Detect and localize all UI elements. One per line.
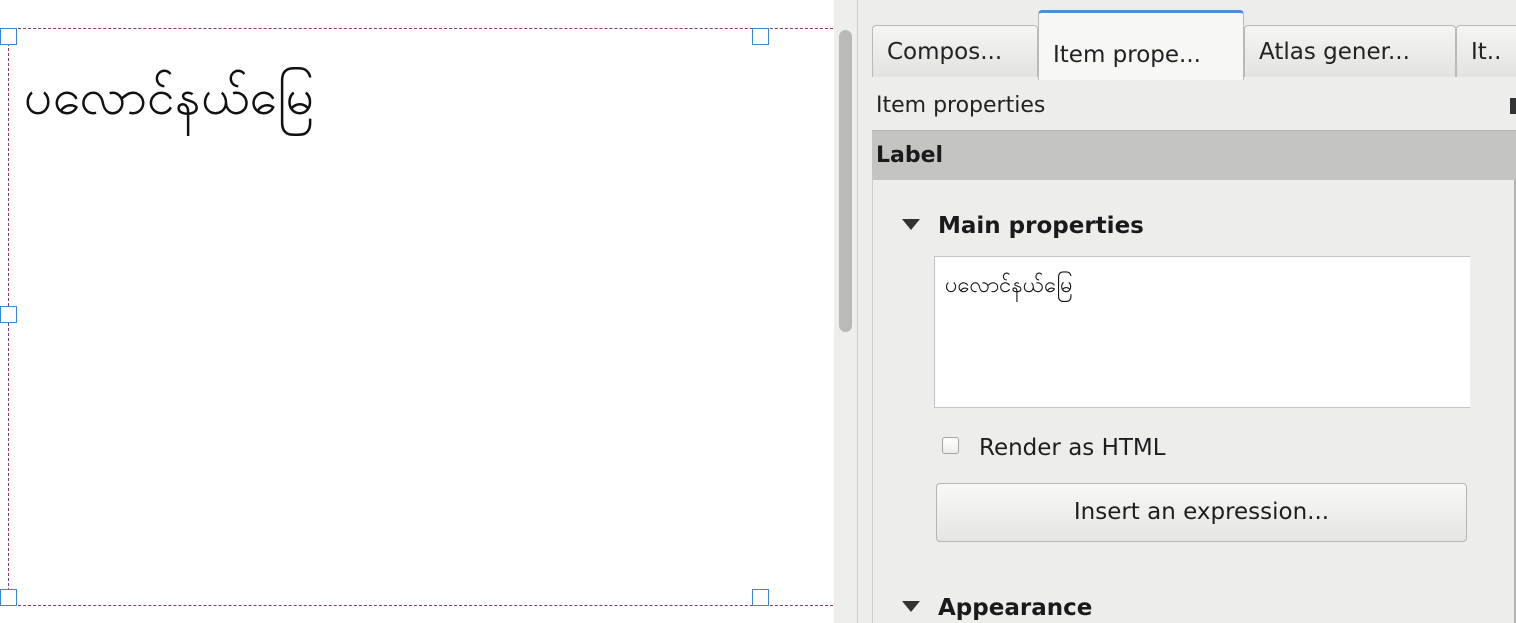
insert-expression-button[interactable]: Insert an expression... <box>936 483 1467 542</box>
tab-atlas-generation[interactable]: Atlas gener... <box>1244 25 1456 77</box>
resize-handle-middle-left[interactable] <box>0 306 17 323</box>
tab-items[interactable]: It.. <box>1456 25 1516 77</box>
canvas-vertical-scrollbar[interactable] <box>834 0 858 623</box>
tab-composition[interactable]: Compos... <box>872 25 1038 77</box>
resize-handle-bottom-right[interactable] <box>752 589 769 606</box>
label-item-text: ပလောင်နယ်မြေ <box>24 68 315 126</box>
render-as-html-checkbox[interactable] <box>942 437 959 454</box>
resize-handle-top-right[interactable] <box>752 28 769 45</box>
panel-title: Item properties <box>876 93 1046 118</box>
tab-item-properties[interactable]: Item prope... <box>1038 10 1244 80</box>
label-text-editor[interactable]: ပလောင်နယ်မြေ <box>934 256 1470 408</box>
render-as-html-option[interactable]: Render as HTML <box>942 428 1166 468</box>
render-as-html-label: Render as HTML <box>979 435 1166 461</box>
panel-float-icon[interactable] <box>1510 98 1516 114</box>
collapse-triangle-icon[interactable] <box>902 601 920 612</box>
resize-handle-top-left[interactable] <box>0 28 17 45</box>
composer-canvas[interactable]: ပလောင်နယ်မြေ <box>0 0 834 623</box>
group-main-properties-title: Main properties <box>938 213 1144 239</box>
resize-handle-bottom-left[interactable] <box>0 589 17 606</box>
panel-tab-bar: Compos... Item prope... Atlas gener... I… <box>858 0 1516 80</box>
label-text-editor-value: ပလောင်နယ်မြေ <box>945 273 1073 298</box>
section-header-label: Label <box>872 130 1516 180</box>
group-main-properties[interactable]: Main properties <box>902 206 1144 246</box>
collapse-triangle-icon[interactable] <box>902 219 920 230</box>
group-appearance[interactable]: Appearance <box>902 588 1092 623</box>
group-appearance-title: Appearance <box>938 595 1093 621</box>
scrollbar-thumb[interactable] <box>839 30 852 332</box>
